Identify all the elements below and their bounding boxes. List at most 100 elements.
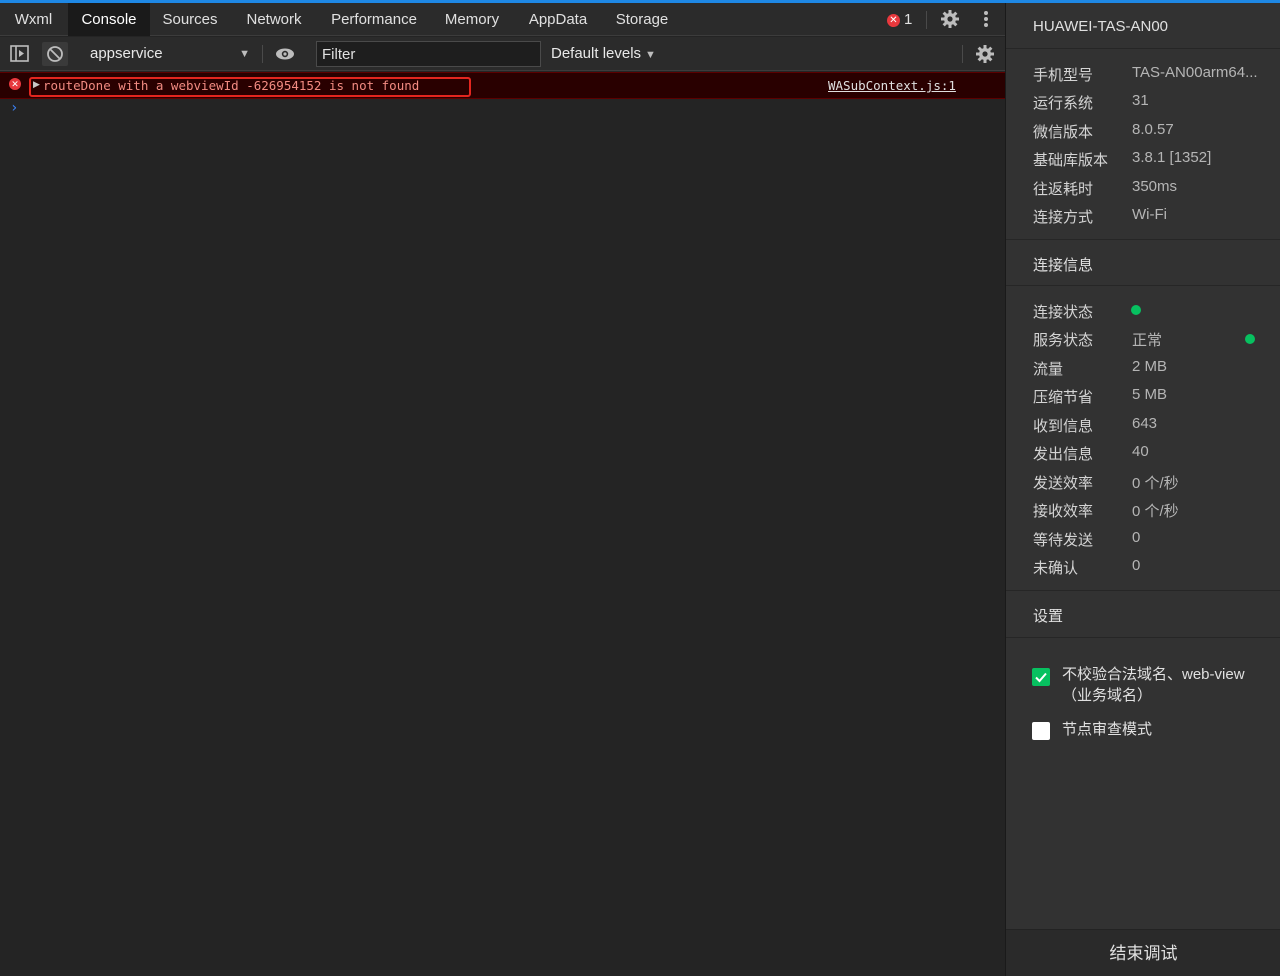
tab-wxml[interactable]: Wxml <box>0 3 67 36</box>
context-select[interactable]: appservice ▼ <box>82 42 254 66</box>
conn-row-receive-rate: 接收效率 0 个/秒 <box>1033 500 1273 520</box>
info-row-os: 运行系统 31 <box>1033 92 1273 112</box>
chevron-down-icon: ▼ <box>239 48 250 60</box>
conn-row-status: 连接状态 <box>1033 301 1273 321</box>
conn-row-pending: 等待发送 0 <box>1033 529 1273 549</box>
log-levels-value: Default levels <box>551 45 642 62</box>
expand-triangle-icon[interactable]: ▶ <box>33 79 40 90</box>
clear-console-icon[interactable] <box>42 42 68 66</box>
conn-row-traffic: 流量 2 MB <box>1033 358 1273 378</box>
node-inspect-checkbox[interactable] <box>1032 722 1050 740</box>
tab-appdata[interactable]: AppData <box>516 3 600 36</box>
info-key: 发出信息 <box>1033 446 1094 463</box>
info-row-model: 手机型号 TAS-AN00arm64... <box>1033 64 1273 84</box>
connection-status-dot <box>1131 305 1141 315</box>
console-prompt[interactable]: › <box>10 100 18 116</box>
divider <box>1006 48 1280 49</box>
info-key: 往返耗时 <box>1033 181 1094 198</box>
info-row-lib-version: 基础库版本 3.8.1 [1352] <box>1033 149 1273 169</box>
info-value: 0 个/秒 <box>1132 475 1179 492</box>
chevron-down-icon: ▼ <box>645 49 656 61</box>
divider <box>1006 285 1280 286</box>
info-key: 流量 <box>1033 361 1064 378</box>
devtools-window: Wxml Console Sources Network Performance… <box>0 0 1280 976</box>
conn-row-service: 服务状态 正常 <box>1033 329 1273 349</box>
remote-debug-panel: HUAWEI-TAS-AN00 手机型号 TAS-AN00arm64... 运行系… <box>1005 3 1280 976</box>
info-value: 2 MB <box>1132 358 1168 375</box>
settings-gear-icon[interactable] <box>940 9 960 29</box>
info-value: 350ms <box>1132 178 1178 195</box>
error-icon: ✕ <box>9 78 21 90</box>
info-value: 8.0.57 <box>1132 121 1174 138</box>
info-key: 等待发送 <box>1033 532 1094 549</box>
divider <box>962 45 963 63</box>
info-key: 压缩节省 <box>1033 389 1094 406</box>
info-key: 基础库版本 <box>1033 152 1109 169</box>
settings-section-title: 设置 <box>1033 608 1064 625</box>
info-key: 服务状态 <box>1033 332 1094 349</box>
error-source-link[interactable]: WASubContext.js:1 <box>828 78 956 93</box>
console-error-row[interactable]: ✕ ▶ routeDone with a webviewId -62695415… <box>0 72 1005 99</box>
info-row-connection-type: 连接方式 Wi-Fi <box>1033 206 1273 226</box>
error-icon: ✕ <box>887 14 900 27</box>
conn-row-compression: 压缩节省 5 MB <box>1033 386 1273 406</box>
skip-domain-check-checkbox[interactable] <box>1032 668 1050 686</box>
tab-memory[interactable]: Memory <box>432 3 512 36</box>
more-menu-icon[interactable] <box>982 11 990 29</box>
eye-icon[interactable] <box>272 42 298 66</box>
info-row-rtt: 往返耗时 350ms <box>1033 178 1273 198</box>
info-key: 运行系统 <box>1033 95 1094 112</box>
divider <box>926 11 927 29</box>
checkmark-icon <box>1035 672 1047 683</box>
info-value: 40 <box>1132 443 1149 460</box>
tab-console[interactable]: Console <box>68 3 150 36</box>
info-key: 连接状态 <box>1033 304 1094 321</box>
tab-performance[interactable]: Performance <box>318 3 430 36</box>
divider <box>262 45 263 63</box>
info-key: 手机型号 <box>1033 67 1094 84</box>
error-counter[interactable]: ✕ 1 <box>887 11 912 29</box>
tab-sources[interactable]: Sources <box>150 3 230 36</box>
info-value: TAS-AN00arm64... <box>1132 64 1258 81</box>
filter-input[interactable] <box>316 41 541 67</box>
error-message: routeDone with a webviewId -626954152 is… <box>43 78 420 93</box>
console-toolbar: appservice ▼ Default levels▼ <box>0 37 1005 71</box>
skip-domain-check-label[interactable]: 不校验合法域名、web-view（业务域名） <box>1062 664 1252 706</box>
conn-row-received: 收到信息 643 <box>1033 415 1273 435</box>
info-key: 收到信息 <box>1033 418 1094 435</box>
divider <box>1006 239 1280 240</box>
divider <box>1006 637 1280 638</box>
console-settings-gear-icon[interactable] <box>975 44 995 64</box>
conn-row-send-rate: 发送效率 0 个/秒 <box>1033 472 1273 492</box>
node-inspect-label[interactable]: 节点审查模式 <box>1062 719 1252 740</box>
info-value: 3.8.1 [1352] <box>1132 149 1212 166</box>
conn-row-unacked: 未确认 0 <box>1033 557 1273 577</box>
info-key: 连接方式 <box>1033 209 1094 226</box>
tab-storage[interactable]: Storage <box>604 3 680 36</box>
info-value: 5 MB <box>1132 386 1168 403</box>
console-output: ✕ ▶ routeDone with a webviewId -62695415… <box>0 72 1005 976</box>
info-value: Wi-Fi <box>1132 206 1167 223</box>
end-debug-button[interactable]: 结束调试 <box>1006 929 1280 976</box>
info-key: 微信版本 <box>1033 124 1094 141</box>
info-value: 643 <box>1132 415 1158 432</box>
info-value: 31 <box>1132 92 1149 109</box>
error-count-value: 1 <box>904 11 913 28</box>
info-row-wechat-version: 微信版本 8.0.57 <box>1033 121 1273 141</box>
divider <box>1006 590 1280 591</box>
info-value: 0 <box>1132 557 1141 574</box>
info-value: 0 <box>1132 529 1141 546</box>
info-key: 发送效率 <box>1033 475 1094 492</box>
info-value: 0 个/秒 <box>1132 503 1179 520</box>
devtools-pane: Wxml Console Sources Network Performance… <box>0 3 1005 976</box>
conn-row-sent: 发出信息 40 <box>1033 443 1273 463</box>
info-key: 接收效率 <box>1033 503 1094 520</box>
sidebar-toggle-icon[interactable] <box>7 42 33 66</box>
info-value: 正常 <box>1132 332 1163 349</box>
log-levels-select[interactable]: Default levels ▼ <box>551 42 656 66</box>
service-status-dot <box>1245 334 1255 344</box>
connection-section-title: 连接信息 <box>1033 257 1094 274</box>
info-key: 未确认 <box>1033 560 1079 577</box>
tab-bar: Wxml Console Sources Network Performance… <box>0 3 1005 36</box>
tab-network[interactable]: Network <box>232 3 316 36</box>
